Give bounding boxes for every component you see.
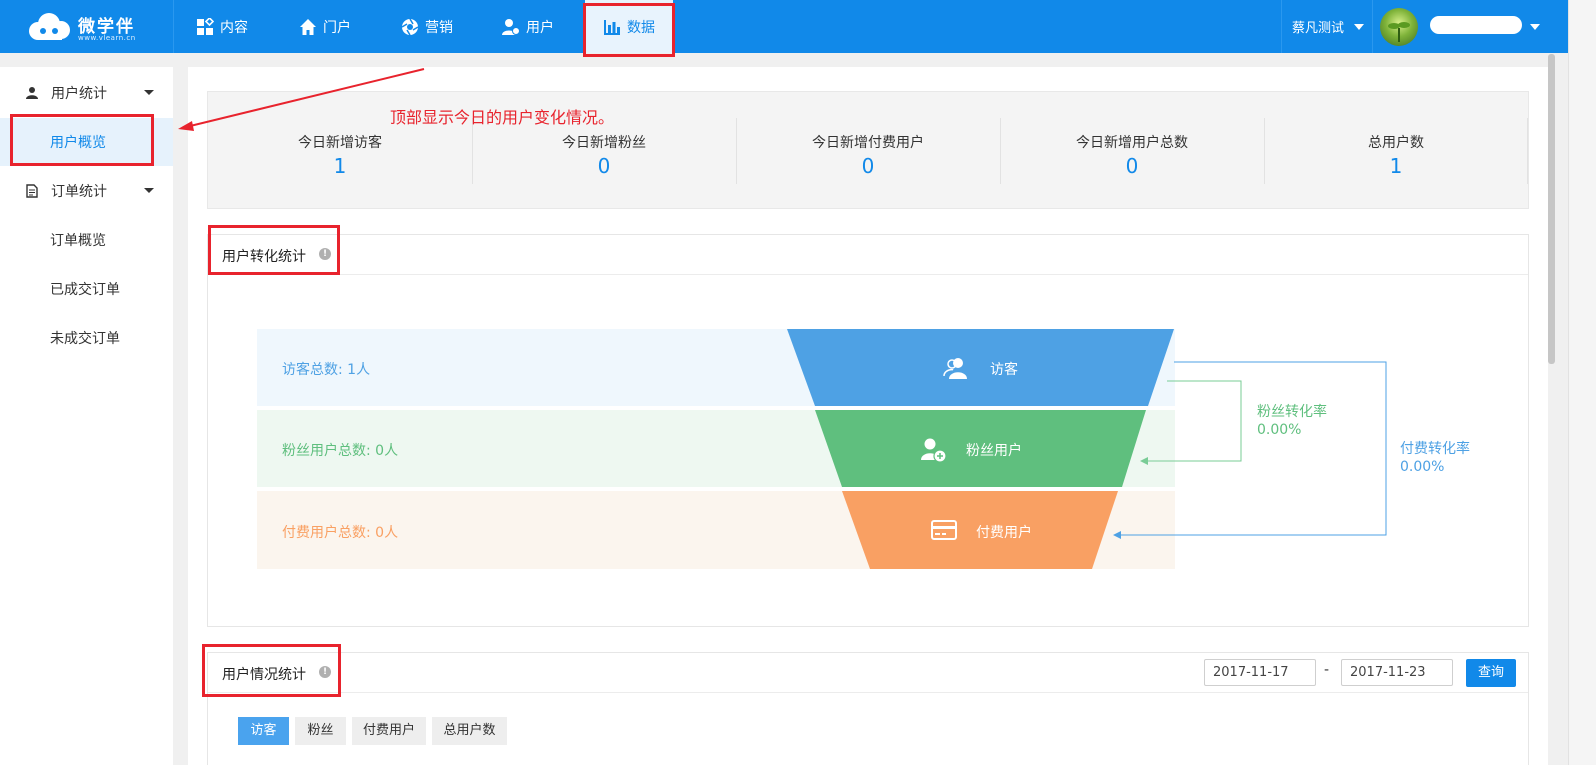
paid-rate-label: 付费转化率 — [1400, 441, 1470, 457]
funnel-summary-paid: 付费用户总数: 0人 — [282, 525, 399, 541]
funnel-summary-visitor: 访客总数: 1人 — [282, 362, 371, 378]
funnel-stage-label-paid: 付费用户 — [976, 525, 1032, 541]
fan-rate-value: 0.00% — [1257, 422, 1302, 438]
annotation-arrow — [181, 68, 425, 129]
tab-paid-users[interactable]: 付费用户 — [352, 717, 426, 745]
tab-visitors[interactable]: 访客 — [238, 717, 289, 745]
panel-title: 用户情况统计 — [222, 667, 306, 683]
fan-rate-label: 粉丝转化率 — [1257, 404, 1327, 420]
funnel-stage-visitor — [787, 329, 1174, 406]
funnel-stage-label-fan: 粉丝用户 — [966, 443, 1022, 459]
query-button[interactable]: 查询 — [1466, 659, 1516, 687]
usage-panel: 用户情况统计 ! — [207, 652, 1529, 765]
funnel-summary-fan: 粉丝用户总数: 0人 — [282, 443, 399, 459]
paid-rate-value: 0.00% — [1400, 459, 1445, 475]
tab-fans[interactable]: 粉丝 — [295, 717, 346, 745]
tab-total-users[interactable]: 总用户数 — [432, 717, 507, 745]
funnel-stage-label-visitor: 访客 — [990, 362, 1018, 378]
panel-header: 用户情况统计 ! — [208, 653, 1528, 693]
arrow-head-icon — [178, 121, 194, 131]
start-date-input[interactable]: 2017-11-17 — [1204, 659, 1316, 686]
date-range-separator: - — [1324, 662, 1330, 678]
conversion-funnel — [178, 68, 1387, 569]
end-date-input[interactable]: 2017-11-23 — [1341, 659, 1453, 686]
info-icon[interactable]: ! — [319, 666, 331, 678]
